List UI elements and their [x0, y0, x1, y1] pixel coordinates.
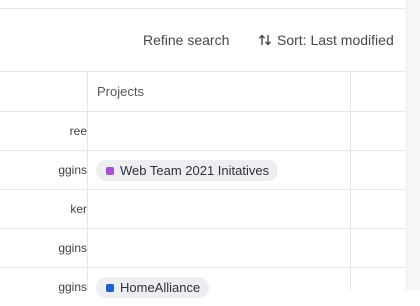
owner-cell: ree	[69, 124, 87, 138]
table-row[interactable]: ggins Web Team 2021 Initatives	[0, 150, 406, 189]
sort-button[interactable]: Sort: Last modified	[254, 30, 398, 50]
owner-cell: ggins	[58, 241, 87, 255]
owner-cell: ggins	[58, 163, 87, 177]
project-chip[interactable]: Web Team 2021 Initatives	[96, 160, 279, 181]
right-scroll-rail	[406, 0, 420, 290]
refine-search-button[interactable]: Refine search	[139, 30, 233, 50]
project-chip-label: HomeAlliance	[120, 280, 201, 295]
refine-search-label: Refine search	[143, 32, 230, 48]
table-row[interactable]: ree	[0, 111, 406, 150]
owner-cell: ggins	[58, 280, 87, 294]
table-row[interactable]: ker	[0, 189, 406, 228]
sort-arrows-icon	[258, 33, 272, 47]
projects-table: Projects ree ggins Web Team 2021 Initati…	[0, 71, 406, 306]
project-chip[interactable]: HomeAlliance	[96, 277, 210, 298]
column-divider	[87, 71, 88, 290]
table-header-row: Projects	[0, 71, 406, 111]
column-header-projects[interactable]: Projects	[97, 72, 144, 111]
toolbar: Refine search Sort: Last modified	[0, 9, 406, 71]
table-row[interactable]: ggins HomeAlliance	[0, 267, 406, 306]
project-color-swatch	[106, 166, 114, 175]
project-chip-label: Web Team 2021 Initatives	[120, 163, 270, 178]
table-row[interactable]: ggins	[0, 228, 406, 267]
sort-label: Sort: Last modified	[277, 32, 394, 48]
project-color-swatch	[106, 283, 114, 292]
column-divider	[350, 71, 351, 290]
owner-cell: ker	[70, 202, 87, 216]
